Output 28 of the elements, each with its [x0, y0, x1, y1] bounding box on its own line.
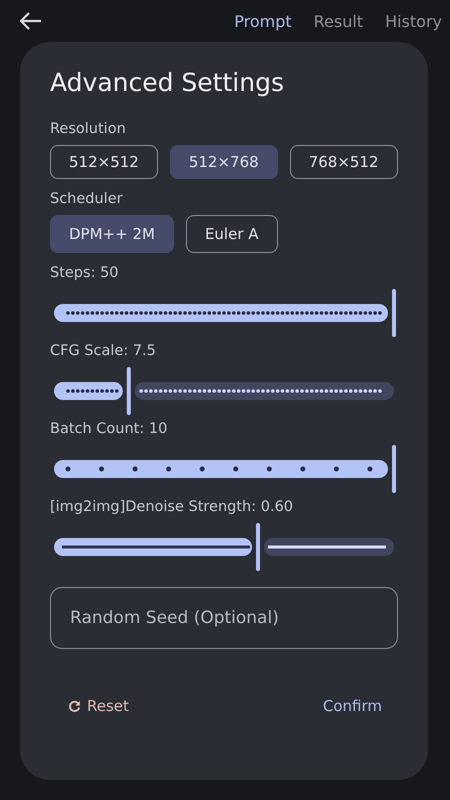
option-chip[interactable]: DPM++ 2M: [50, 215, 174, 253]
slider-track[interactable]: [52, 445, 396, 493]
option-chip[interactable]: 768×512: [290, 145, 398, 179]
slider-thumb[interactable]: [256, 523, 260, 571]
section-label: Scheduler: [50, 191, 124, 207]
tab[interactable]: Result: [314, 12, 364, 30]
option-chip[interactable]: 512×512: [50, 145, 158, 179]
slider-thumb[interactable]: [392, 445, 396, 493]
slider-track[interactable]: [52, 289, 396, 337]
back-arrow-icon[interactable]: [20, 12, 42, 30]
dialog-title: Advanced Settings: [50, 68, 285, 97]
slider-label: [img2img]Denoise Strength: 0.60: [50, 499, 294, 515]
option-chip[interactable]: Euler A: [186, 215, 278, 253]
slider-label: CFG Scale: 7.5: [50, 343, 157, 359]
option-chip[interactable]: 512×768: [170, 145, 278, 179]
slider-label: Steps: 50: [50, 265, 120, 281]
refresh-icon: [68, 700, 81, 712]
confirm-button[interactable]: Confirm: [314, 693, 390, 719]
section-label: Resolution: [50, 121, 127, 137]
tab[interactable]: Prompt: [234, 12, 292, 30]
slider-track[interactable]: [52, 523, 396, 571]
tab[interactable]: History: [385, 12, 442, 30]
slider-label: Batch Count: 10: [50, 421, 168, 437]
seed-field[interactable]: Random Seed (Optional): [50, 587, 398, 649]
slider-thumb[interactable]: [126, 367, 131, 415]
reset-button[interactable]: Reset: [60, 693, 137, 719]
slider-track[interactable]: [52, 367, 396, 415]
slider-thumb[interactable]: [392, 289, 396, 337]
